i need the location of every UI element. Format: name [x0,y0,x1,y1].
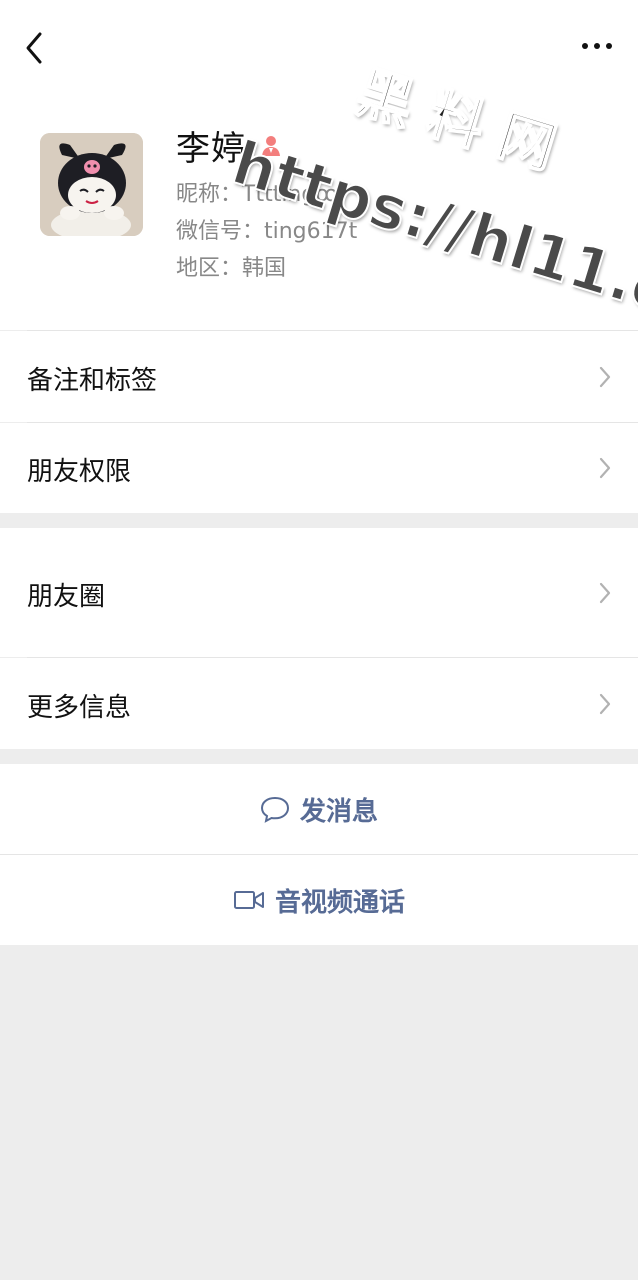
divider [27,330,638,331]
avatar-image [40,133,143,236]
send-message-label: 发消息 [299,796,378,827]
region-line: 地区：韩国 [176,256,287,281]
more-options-button[interactable] [580,36,614,56]
wechat-id-line: 微信号：ting617t [176,219,358,244]
chevron-right-icon [599,457,611,479]
send-message-button[interactable]: 发消息 [0,764,638,854]
ellipsis-icon [582,43,612,49]
video-call-label: 音视频通话 [274,887,405,918]
chevron-right-icon [599,693,611,715]
profile-header: 李婷 昵称：Ttttingꝏ 微信号：ting617t 地区：韩国 黑料网 ht… [0,0,638,340]
back-button[interactable] [20,28,50,68]
divider [0,854,638,855]
friend-permissions-label: 朋友权限 [27,457,132,487]
watermark-cn: 黑料网 [348,59,581,188]
friend-permissions-item[interactable]: 朋友权限 [0,423,638,513]
chevron-right-icon [599,366,611,388]
avatar[interactable] [40,133,143,236]
chevron-right-icon [599,582,611,604]
remarks-tags-item[interactable]: 备注和标签 [0,331,638,422]
female-icon [262,136,280,156]
contact-name: 李婷 [176,128,246,169]
chat-bubble-icon [260,796,289,823]
chevron-left-icon [26,32,42,64]
more-info-label: 更多信息 [27,693,132,723]
divider [27,422,638,423]
remarks-tags-label: 备注和标签 [27,366,158,396]
moments-label: 朋友圈 [27,582,106,612]
moments-item[interactable]: 朋友圈 [0,528,638,657]
name-row: 李婷 [176,122,284,169]
more-info-item[interactable]: 更多信息 [0,658,638,749]
video-call-button[interactable]: 音视频通话 [0,855,638,945]
nickname-line: 昵称：Ttttingꝏ [176,182,338,207]
divider [27,657,638,658]
video-camera-icon [233,891,264,909]
